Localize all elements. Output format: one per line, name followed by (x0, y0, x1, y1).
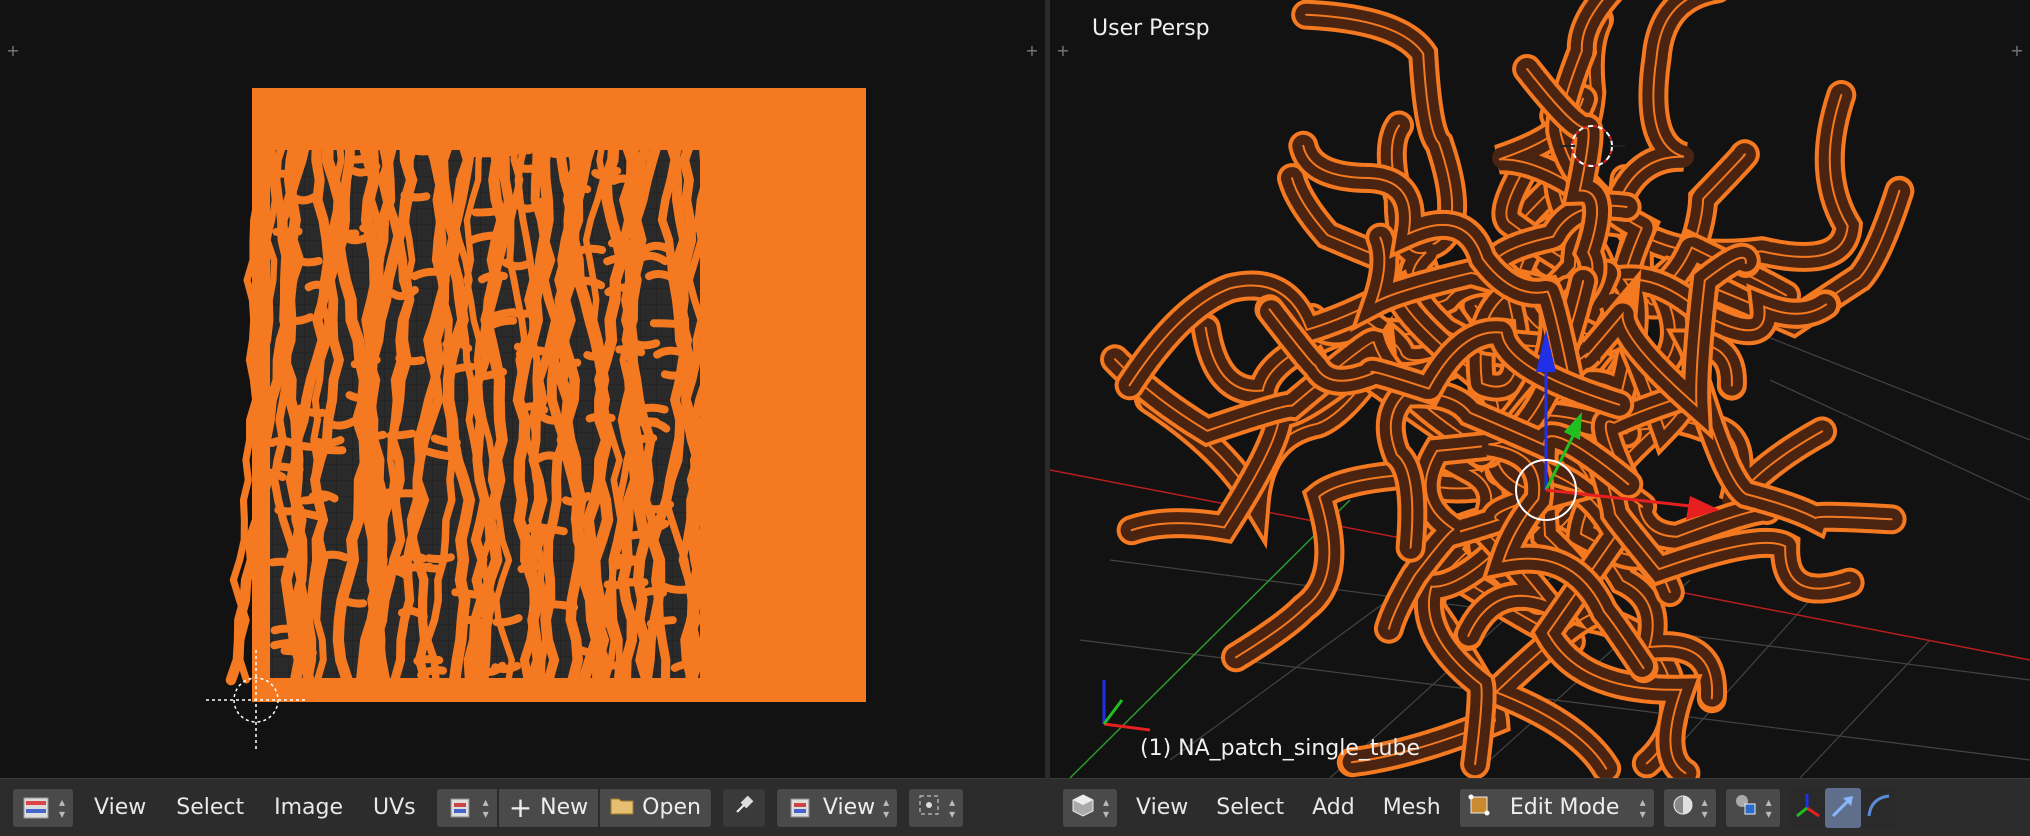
image-editor-icon (21, 795, 51, 821)
shading-selector[interactable]: ▴ ▾ (1662, 787, 1717, 828)
pivot-point-selector[interactable]: ▴ ▾ (1724, 787, 1781, 828)
edit-mode-icon (1468, 794, 1490, 822)
tube-mesh (1100, 0, 1915, 789)
dropdown-arrows-icon: ▴ ▾ (59, 794, 66, 821)
open-image-button[interactable]: Open (599, 787, 712, 828)
open-label: Open (642, 795, 701, 820)
pin-icon (733, 794, 755, 822)
active-object-label: (1) NA_patch_single_tube (1140, 736, 1420, 761)
image-icon (785, 795, 815, 821)
dropdown-arrows-icon: ▴ ▾ (1639, 794, 1646, 821)
3d-viewport-editor: User Persp (1) NA_patch_single_tube + + … (1050, 0, 2030, 836)
area-split-icon[interactable]: + (6, 43, 20, 59)
shading-sphere-icon (1672, 794, 1694, 822)
mode-label: Edit Mode (1509, 795, 1620, 820)
pivot-point-icon (1734, 793, 1758, 823)
blender-window: + + ▴ ▾ View Select Image UVs ▴ ▾ + New … (0, 0, 2030, 836)
menu-mesh[interactable]: Mesh (1373, 788, 1451, 828)
pin-button[interactable] (721, 787, 766, 828)
menu-select[interactable]: Select (166, 788, 254, 828)
menu-uvs[interactable]: UVs (363, 788, 426, 828)
translate-tool[interactable] (1824, 787, 1861, 828)
plus-icon: + (508, 790, 533, 824)
menu-select[interactable]: Select (1206, 788, 1294, 828)
editor-type-selector[interactable]: ▴ ▾ (1062, 787, 1119, 828)
viewport-perspective-label: User Persp (1092, 16, 1210, 41)
new-label: New (540, 795, 589, 820)
dropdown-arrows-icon: ▴ ▾ (1103, 794, 1110, 821)
editor-type-selector[interactable]: ▴ ▾ (12, 787, 75, 828)
new-image-button[interactable]: + New (497, 787, 600, 828)
dropdown-arrows-icon: ▴ ▾ (482, 794, 489, 821)
folder-icon (610, 795, 634, 821)
3d-view-header: ▴ ▾ View Select Add Mesh Edit Mode ▴ ▾ ▴ ▾ (1050, 778, 2030, 836)
3d-viewport[interactable]: User Persp (1) NA_patch_single_tube (1050, 0, 2030, 789)
image-icon (445, 795, 475, 821)
image-browse-group: ▴ ▾ + New Open (435, 787, 712, 828)
uv-canvas[interactable] (0, 0, 1045, 778)
axes-icon (1793, 792, 1821, 824)
dropdown-arrows-icon: ▴ ▾ (883, 794, 890, 821)
dropdown-arrows-icon: ▴ ▾ (949, 794, 956, 821)
manipulator-toggle[interactable] (1789, 788, 1825, 828)
view-mode-selector[interactable]: View ▴ ▾ (775, 787, 899, 828)
dropdown-arrows-icon: ▴ ▾ (1765, 794, 1772, 821)
uv-layout-svg (206, 88, 866, 750)
area-split-icon[interactable]: + (1025, 43, 1039, 59)
dropdown-arrows-icon: ▴ ▾ (1701, 794, 1708, 821)
menu-add[interactable]: Add (1302, 788, 1365, 828)
pivot-selector[interactable]: ▴ ▾ (908, 787, 965, 828)
menu-view[interactable]: View (1126, 788, 1198, 828)
rotate-tool[interactable] (1861, 788, 1897, 828)
mode-selector[interactable]: Edit Mode ▴ ▾ (1458, 787, 1655, 828)
uv-image-editor: + + ▴ ▾ View Select Image UVs ▴ ▾ + New … (0, 0, 1045, 836)
rotate-arc-icon (1865, 792, 1893, 824)
arrow-icon (1829, 792, 1857, 824)
uv-editor-header: ▴ ▾ View Select Image UVs ▴ ▾ + New Open… (0, 778, 1045, 836)
image-browse-button[interactable]: ▴ ▾ (435, 787, 498, 828)
area-split-icon[interactable]: + (2010, 43, 2024, 59)
pivot-icon (917, 793, 941, 823)
3d-scene-svg (1050, 0, 2030, 789)
menu-image[interactable]: Image (264, 788, 353, 828)
view-mode-label: View (822, 795, 876, 820)
menu-view[interactable]: View (84, 788, 156, 828)
manipulator-tools (1788, 787, 1897, 828)
area-split-icon[interactable]: + (1056, 43, 1070, 59)
cube-icon (1071, 793, 1095, 823)
